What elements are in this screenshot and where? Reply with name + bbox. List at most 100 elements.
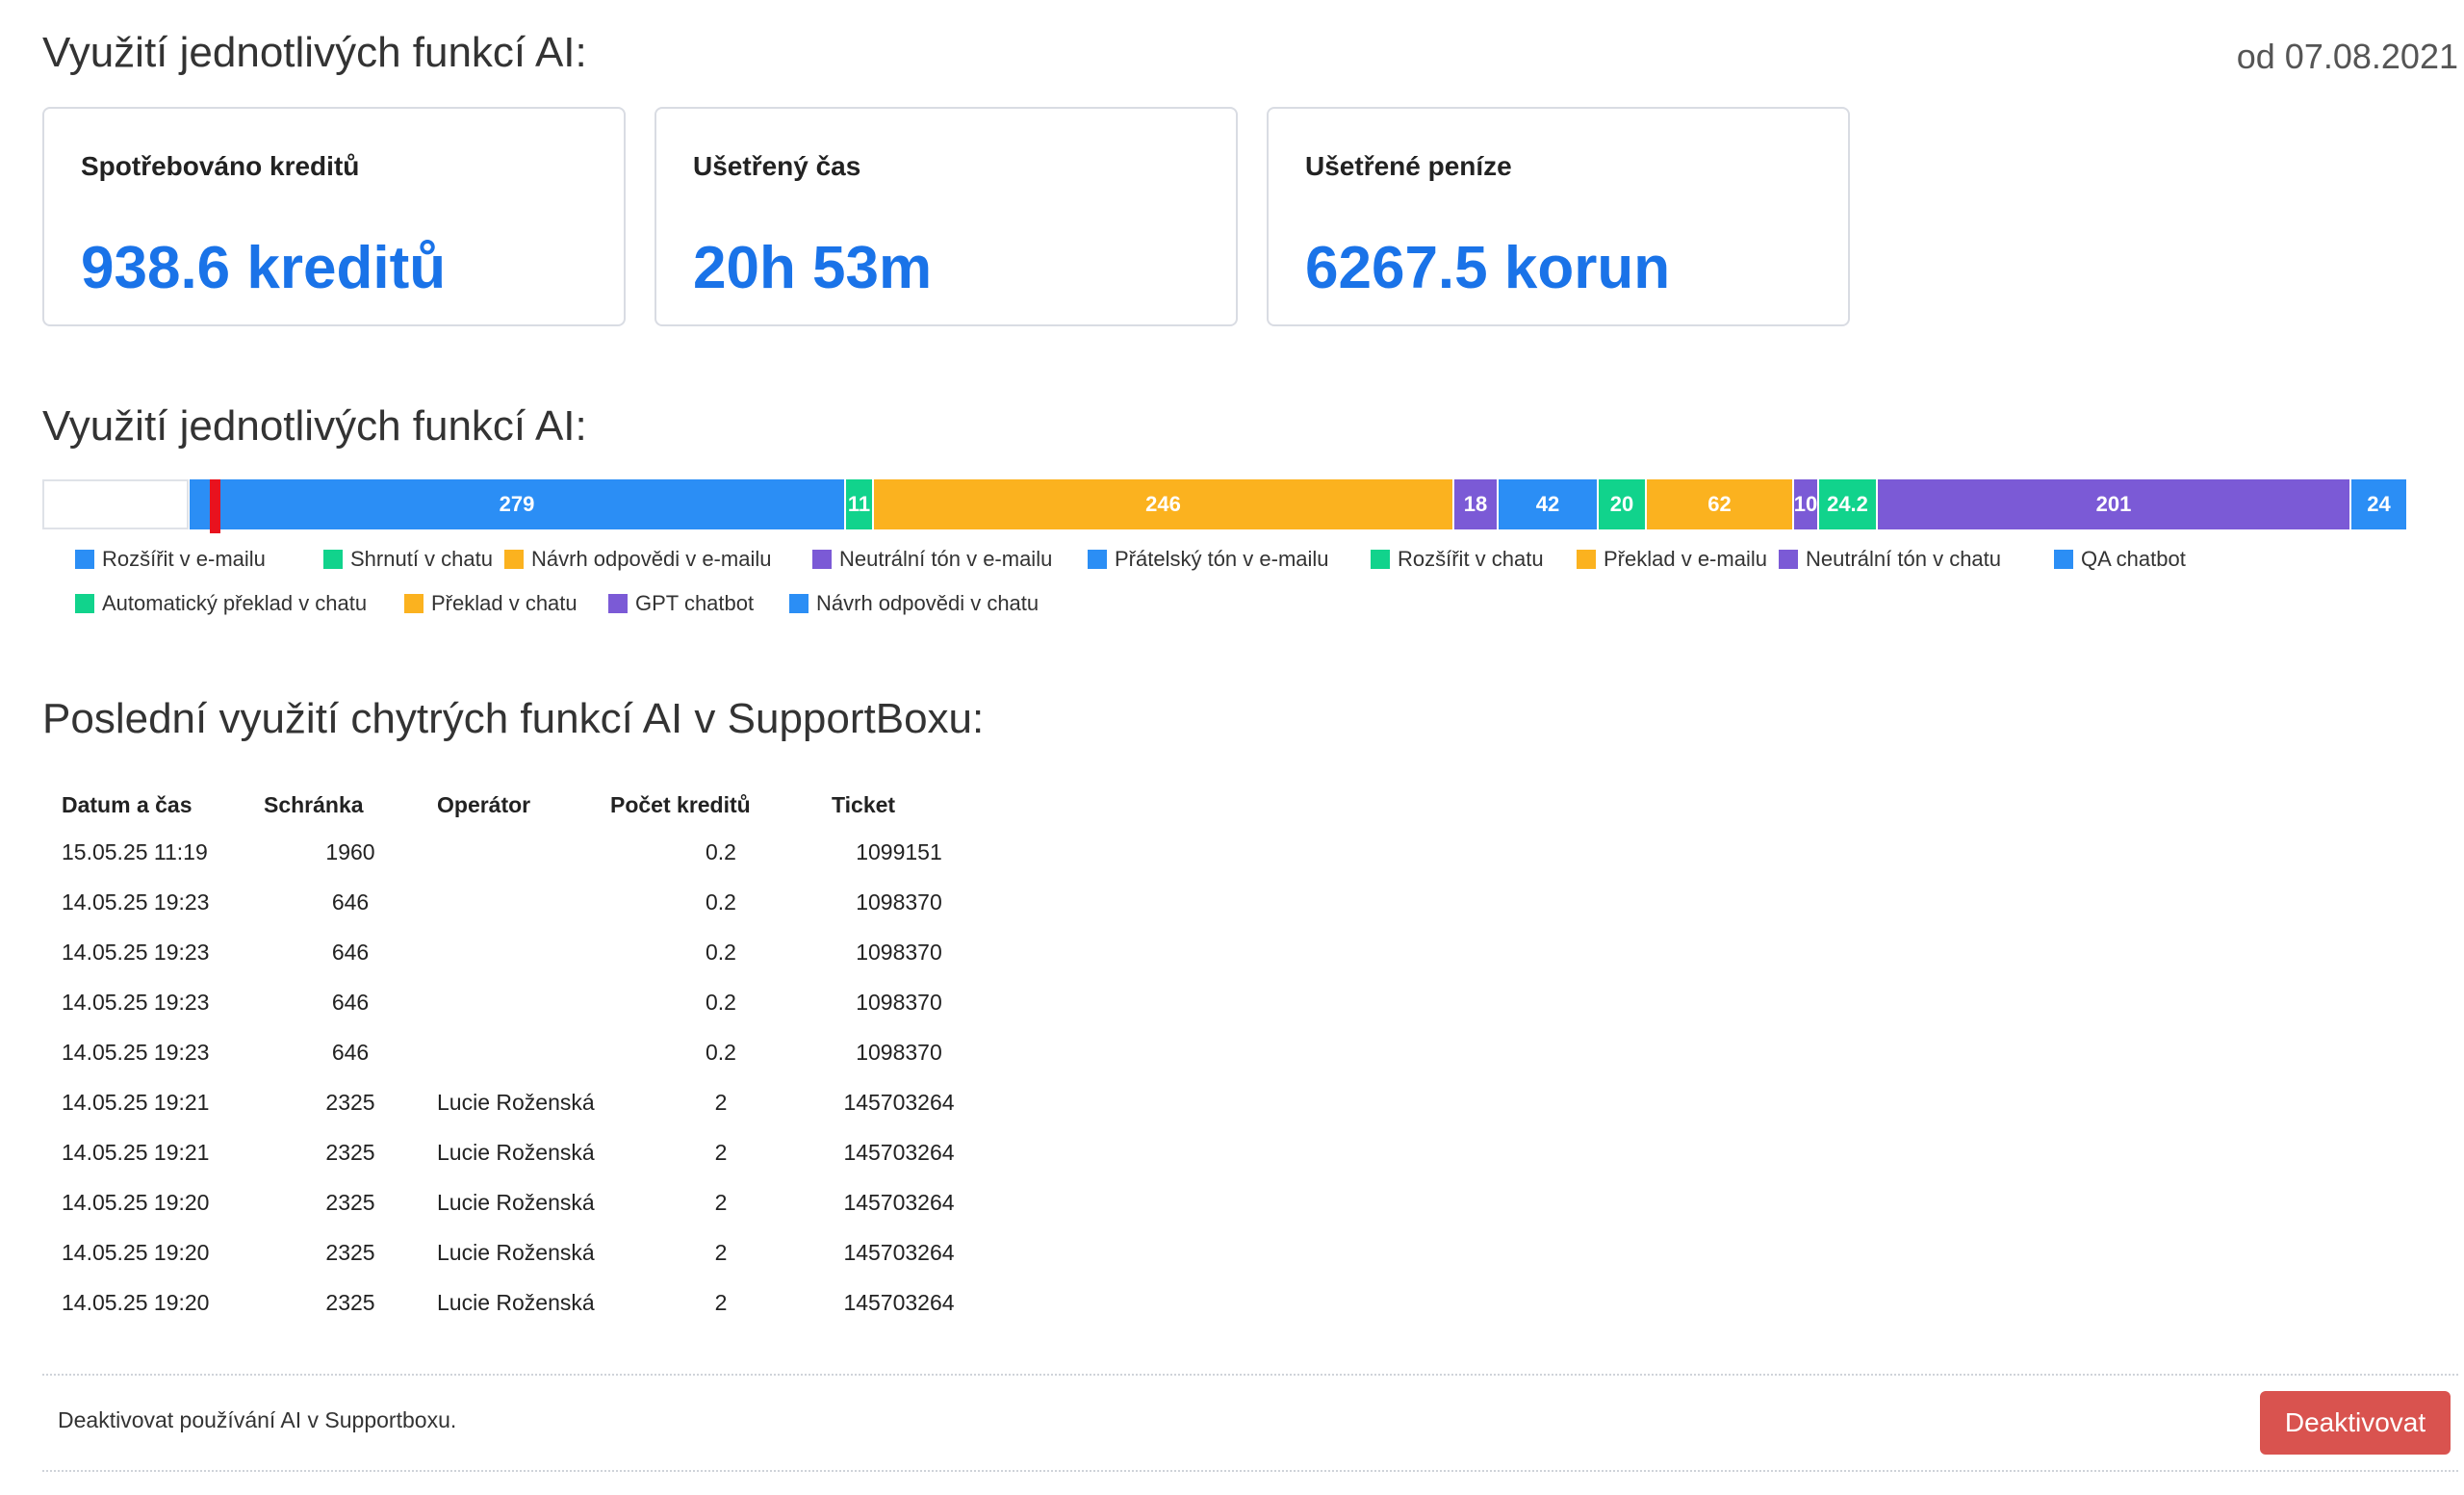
divider: [42, 1470, 2458, 1472]
legend-item[interactable]: Rozšířit v e-mailu: [75, 547, 266, 572]
legend-label: Překlad v chatu: [431, 591, 578, 615]
cell-ticket[interactable]: 145703264: [832, 1227, 966, 1277]
cell-datetime: 14.05.25 19:20: [62, 1239, 210, 1265]
cell-operator: [437, 877, 610, 927]
legend-item[interactable]: Návrh odpovědi v e-mailu: [504, 547, 771, 572]
cell-ticket[interactable]: 145703264: [832, 1277, 966, 1327]
cell-credits: 2: [714, 1139, 728, 1165]
cell-mailbox: 2325: [325, 1289, 375, 1315]
cell-datetime: 14.05.25 19:20: [62, 1189, 210, 1215]
cell-credits: 0.2: [706, 1039, 736, 1065]
legend-item[interactable]: Neutrální tón v chatu: [1779, 547, 2001, 572]
bar-segment-empty: [42, 479, 189, 529]
cell-mailbox: 2325: [325, 1139, 375, 1165]
legend-item[interactable]: Návrh odpovědi v chatu: [789, 591, 1039, 616]
cell-ticket[interactable]: 145703264: [832, 1127, 966, 1177]
bar-segment[interactable]: 24: [2351, 479, 2406, 529]
divider: [42, 1374, 2458, 1376]
bar-segment[interactable]: 11: [846, 479, 872, 529]
cell-operator: [437, 977, 610, 1027]
cell-datetime: 14.05.25 19:20: [62, 1289, 210, 1315]
bar-segment[interactable]: 246: [874, 479, 1452, 529]
cell-mailbox: 646: [331, 939, 370, 965]
legend-item[interactable]: Přátelský tón v e-mailu: [1088, 547, 1329, 572]
table-header-row: Datum a čas Schránka Operátor Počet kred…: [44, 783, 966, 827]
col-header-mailbox: Schránka: [264, 791, 364, 817]
cell-ticket[interactable]: 1098370: [832, 1027, 966, 1077]
cell-ticket[interactable]: 145703264: [832, 1177, 966, 1227]
cell-datetime: 14.05.25 19:23: [62, 1039, 210, 1065]
credits-card-label: Spotřebováno kreditů: [81, 151, 360, 181]
cell-ticket[interactable]: 145703264: [832, 1077, 966, 1127]
cell-credits: 2: [714, 1189, 728, 1215]
bar-segment[interactable]: 62: [1647, 479, 1792, 529]
bar-segment[interactable]: 201: [1878, 479, 2349, 529]
cell-ticket[interactable]: 1098370: [832, 977, 966, 1027]
legend-item[interactable]: Překlad v e-mailu: [1577, 547, 1767, 572]
bar-segment[interactable]: 18: [1454, 479, 1497, 529]
usage-title: Využití jednotlivých funkcí AI:: [42, 402, 587, 450]
cell-operator: Lucie Roženská: [437, 1139, 595, 1165]
table-row: 14.05.25 19:20 2325 Lucie Roženská 2 1457032…: [44, 1277, 966, 1327]
money-saved-card: Ušetřené peníze 6267.5 korun: [1267, 107, 1850, 326]
legend-swatch: [323, 550, 343, 569]
legend-item[interactable]: Shrnutí v chatu: [323, 547, 493, 572]
since-date: od 07.08.2021: [2236, 37, 2458, 76]
legend-label: Neutrální tón v e-mailu: [839, 547, 1053, 571]
legend-item[interactable]: Automatický překlad v chatu: [75, 591, 367, 616]
legend-swatch: [812, 550, 832, 569]
cell-mailbox: 1960: [325, 838, 375, 864]
legend-swatch: [1088, 550, 1107, 569]
legend-label: Návrh odpovědi v e-mailu: [531, 547, 772, 571]
legend-label: Rozšířit v e-mailu: [102, 547, 266, 571]
legend-swatch: [75, 594, 94, 613]
bar-segment[interactable]: 24.2: [1819, 479, 1876, 529]
cell-datetime: 14.05.25 19:21: [62, 1139, 210, 1165]
legend-item[interactable]: GPT chatbot: [608, 591, 754, 616]
cell-credits: 2: [714, 1239, 728, 1265]
cell-datetime: 14.05.25 19:21: [62, 1089, 210, 1115]
table-row: 14.05.25 19:23 646 0.2 1098370: [44, 927, 966, 977]
legend-item[interactable]: QA chatbot: [2054, 547, 2186, 572]
time-saved-card-label: Ušetřený čas: [693, 151, 861, 181]
legend-swatch: [1371, 550, 1390, 569]
legend-label: Přátelský tón v e-mailu: [1115, 547, 1329, 571]
col-header-datetime: Datum a čas: [62, 791, 192, 817]
cell-operator: [437, 927, 610, 977]
cell-mailbox: 2325: [325, 1089, 375, 1115]
cell-ticket[interactable]: 1098370: [832, 927, 966, 977]
bar-segment[interactable]: 10: [1794, 479, 1817, 529]
cell-operator: [437, 1027, 610, 1077]
cell-credits: 0.2: [706, 838, 736, 864]
bar-segment[interactable]: 279: [190, 479, 844, 529]
table-row: 14.05.25 19:23 646 0.2 1098370: [44, 1027, 966, 1077]
legend-swatch: [2054, 550, 2073, 569]
cell-ticket[interactable]: 1099151: [832, 827, 966, 877]
page-title: Využití jednotlivých funkcí AI:: [42, 29, 587, 76]
cell-datetime: 14.05.25 19:23: [62, 939, 210, 965]
cell-mailbox: 646: [331, 889, 370, 915]
cell-mailbox: 646: [331, 989, 370, 1015]
deactivate-button[interactable]: Deaktivovat: [2260, 1391, 2451, 1455]
cell-credits: 0.2: [706, 989, 736, 1015]
cell-mailbox: 2325: [325, 1239, 375, 1265]
bar-segment[interactable]: 20: [1599, 479, 1645, 529]
bar-segment-label: 201: [2095, 492, 2132, 516]
legend-label: Návrh odpovědi v chatu: [816, 591, 1040, 615]
cell-datetime: 15.05.25 11:19: [62, 838, 208, 864]
cell-mailbox: 2325: [325, 1189, 375, 1215]
legend-label: QA chatbot: [2081, 547, 2186, 571]
cell-ticket[interactable]: 1098370: [832, 877, 966, 927]
recent-usage-table: Datum a čas Schránka Operátor Počet kred…: [44, 783, 966, 1327]
legend-item[interactable]: Překlad v chatu: [404, 591, 578, 616]
current-position-marker: [210, 479, 220, 533]
bar-segment[interactable]: 42: [1499, 479, 1597, 529]
legend-item[interactable]: Neutrální tón v e-mailu: [812, 547, 1052, 572]
cell-credits: 2: [714, 1289, 728, 1315]
col-header-ticket: Ticket: [832, 791, 896, 817]
recent-title: Poslední využití chytrých funkcí AI v Su…: [42, 695, 985, 742]
bar-segment-label: 20: [1609, 492, 1634, 516]
cell-datetime: 14.05.25 19:23: [62, 889, 210, 915]
money-saved-card-label: Ušetřené peníze: [1305, 151, 1512, 181]
legend-item[interactable]: Rozšířit v chatu: [1371, 547, 1544, 572]
